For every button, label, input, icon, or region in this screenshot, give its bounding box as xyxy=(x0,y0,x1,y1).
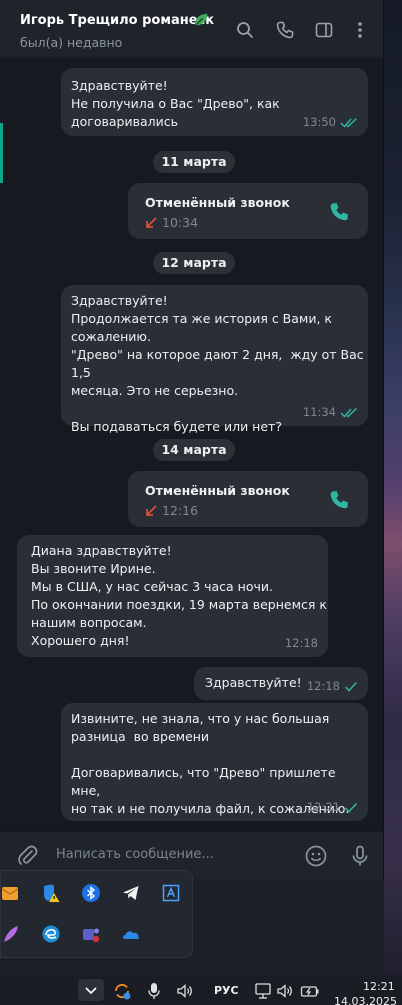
tray-overflow-popup xyxy=(0,870,193,958)
more-menu-icon[interactable] xyxy=(350,20,370,40)
chat-status: был(а) недавно xyxy=(20,35,123,50)
call-bubble[interactable]: Отменённый звонок 10:34 xyxy=(128,183,368,239)
onedrive-icon[interactable] xyxy=(121,924,141,944)
message-bubble[interactable]: Здравствуйте! 12:18 xyxy=(194,667,368,700)
orange-app-tray-icon[interactable] xyxy=(0,883,20,903)
date-separator: 14 марта xyxy=(153,439,235,461)
message-time: 12:18 xyxy=(284,636,318,650)
leaf-icon xyxy=(194,13,208,26)
security-warning-icon[interactable] xyxy=(41,883,61,903)
microphone-icon[interactable] xyxy=(348,844,372,868)
single-check-icon xyxy=(344,681,358,692)
incoming-message-bubble[interactable]: Диана здравствуйте! Вы звоните Ирине. Мы… xyxy=(17,535,328,657)
message-time: 12:21 xyxy=(306,800,340,814)
show-hidden-icons-button[interactable] xyxy=(78,979,104,1001)
missed-call-arrow-icon xyxy=(146,217,157,228)
bluetooth-icon[interactable] xyxy=(81,883,101,903)
message-meta: 13:50 xyxy=(303,113,358,131)
desktop-wallpaper xyxy=(384,0,402,1005)
message-list[interactable]: Здравствуйте! Не получила о Вас "Древо",… xyxy=(0,59,383,831)
message-bubble[interactable]: Здравствуйте! Не получила о Вас "Древо",… xyxy=(61,68,368,136)
chat-header: Игорь Трещило романеск был(а) недавно xyxy=(0,0,383,58)
speaker-volume-icon[interactable] xyxy=(176,982,194,1000)
message-meta: 12:21 xyxy=(307,798,358,816)
volume-icon[interactable] xyxy=(276,982,294,1000)
edge-browser-icon[interactable] xyxy=(41,924,61,944)
message-meta: 12:18 xyxy=(307,677,358,695)
call-time: 12:16 xyxy=(162,503,199,518)
call-bubble[interactable]: Отменённый звонок 12:16 xyxy=(128,471,368,527)
call-back-phone-icon[interactable] xyxy=(328,489,350,511)
pen-app-icon[interactable] xyxy=(1,924,21,944)
microphone-status-icon[interactable] xyxy=(147,982,161,1000)
sync-app-icon[interactable] xyxy=(113,982,131,1000)
message-time: 12:18 xyxy=(306,679,340,693)
message-bubble[interactable]: Здравствуйте! Продолжается та же история… xyxy=(61,285,368,434)
clock-time[interactable]: 12:21 xyxy=(363,980,395,993)
attach-paperclip-icon[interactable] xyxy=(16,844,40,868)
window-edge xyxy=(383,0,384,880)
double-check-icon xyxy=(340,117,358,128)
message-bubble[interactable]: Извините, не знала, что у нас большая ра… xyxy=(61,703,368,821)
clock-date[interactable]: 14.03.2025 xyxy=(334,995,397,1005)
teams-icon[interactable] xyxy=(81,924,101,944)
call-title: Отменённый звонок xyxy=(145,195,290,210)
keyboard-language-icon[interactable] xyxy=(161,883,181,903)
single-check-icon xyxy=(344,802,358,813)
unread-accent-bar xyxy=(0,123,3,183)
message-text: Здравствуйте! xyxy=(205,675,302,690)
search-icon[interactable] xyxy=(235,20,255,40)
message-text: Здравствуйте! Не получила о Вас "Древо",… xyxy=(71,78,280,129)
message-time: 11:34 xyxy=(302,405,336,419)
chevron-down-icon xyxy=(85,987,97,995)
input-language-indicator[interactable]: РУС xyxy=(214,984,239,997)
windows-taskbar: РУС 12:21 14.03.2025 xyxy=(0,975,402,1005)
message-input[interactable]: Написать сообщение... xyxy=(56,847,214,862)
double-check-icon xyxy=(340,407,358,418)
emoji-icon[interactable] xyxy=(304,844,328,868)
chat-title[interactable]: Игорь Трещило романеск xyxy=(20,13,214,28)
missed-call-arrow-icon xyxy=(146,505,157,516)
message-meta: 11:34 xyxy=(303,403,358,421)
battery-charging-icon[interactable] xyxy=(300,982,320,1000)
call-time: 10:34 xyxy=(162,215,199,230)
telegram-icon[interactable] xyxy=(121,883,141,903)
message-time: 13:50 xyxy=(302,115,336,129)
date-separator: 11 марта xyxy=(153,151,235,173)
sidebar-toggle-icon[interactable] xyxy=(314,20,334,40)
date-separator: 12 марта xyxy=(153,252,235,274)
call-title: Отменённый звонок xyxy=(145,483,290,498)
message-text: Диана здравствуйте! Вы звоните Ирине. Мы… xyxy=(31,543,327,648)
call-back-phone-icon[interactable] xyxy=(328,201,350,223)
message-meta: 12:18 xyxy=(285,634,318,652)
network-icon[interactable] xyxy=(254,982,272,1000)
phone-icon[interactable] xyxy=(275,20,295,40)
